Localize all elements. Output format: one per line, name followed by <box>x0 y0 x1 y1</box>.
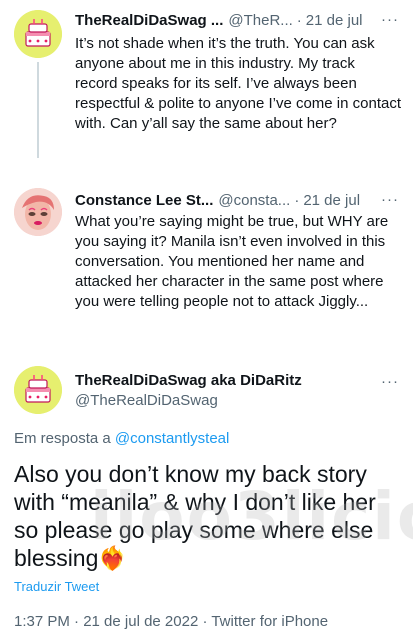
author-name[interactable]: TheRealDiDaSwag ... <box>75 12 223 29</box>
separator-dot: · <box>296 11 302 29</box>
author-handle[interactable]: @TheRealDiDaSwag <box>75 392 218 409</box>
avatar[interactable] <box>14 366 62 414</box>
portrait-avatar-icon <box>14 188 62 236</box>
tweet-text: It’s not shade when it’s the truth. You … <box>75 35 402 132</box>
translate-tweet-link[interactable]: Traduzir Tweet <box>14 579 99 594</box>
avatar[interactable] <box>14 10 62 58</box>
tweet-date[interactable]: 21 de jul <box>306 12 363 29</box>
heart-on-fire-emoji: ❤️‍🔥 <box>98 545 128 571</box>
tweet-2[interactable]: Constance Lee St... @consta... · 21 de j… <box>0 150 413 350</box>
more-options-icon[interactable]: ··· <box>381 190 399 210</box>
tweet-text: What you’re saying might be true, but WH… <box>75 213 389 310</box>
more-options-icon[interactable]: ··· <box>381 372 399 392</box>
author-name[interactable]: Constance Lee St... <box>75 192 213 209</box>
tweet-header: Constance Lee St... @consta... · 21 de j… <box>75 190 368 210</box>
cake-avatar-icon <box>14 366 62 414</box>
cake-avatar-icon <box>14 10 62 58</box>
main-tweet-body: Also you don’t know my back story with “… <box>14 461 376 571</box>
main-tweet: TheRealDiDaSwag aka DiDaRitz @TheRealDiD… <box>0 360 413 640</box>
reply-mention-link[interactable]: @constantlysteal <box>115 430 229 447</box>
avatar[interactable] <box>14 188 62 236</box>
tweet-date[interactable]: 21 de jul <box>303 192 360 209</box>
tweet-header: TheRealDiDaSwag ... @TheR... · 21 de jul <box>75 10 368 30</box>
separator-dot: · <box>294 191 300 209</box>
tweet-1[interactable]: TheRealDiDaSwag ... @TheR... · 21 de jul… <box>0 0 413 152</box>
author-name[interactable]: TheRealDiDaSwag aka DiDaRitz <box>75 372 302 389</box>
author-handle[interactable]: @TheR... <box>228 12 292 29</box>
more-options-icon[interactable]: ··· <box>381 10 399 30</box>
thread-line <box>37 150 39 158</box>
author-handle[interactable]: @consta... <box>218 192 290 209</box>
tweet-timestamp[interactable]: 1:37 PM · 21 de jul de 2022 · Twitter fo… <box>14 613 328 630</box>
reply-prefix: Em resposta a <box>14 430 111 447</box>
thread-line <box>37 62 39 152</box>
reply-context: Em resposta a @constantlysteal <box>14 430 229 447</box>
main-tweet-text: Also you don’t know my back story with “… <box>14 460 403 572</box>
